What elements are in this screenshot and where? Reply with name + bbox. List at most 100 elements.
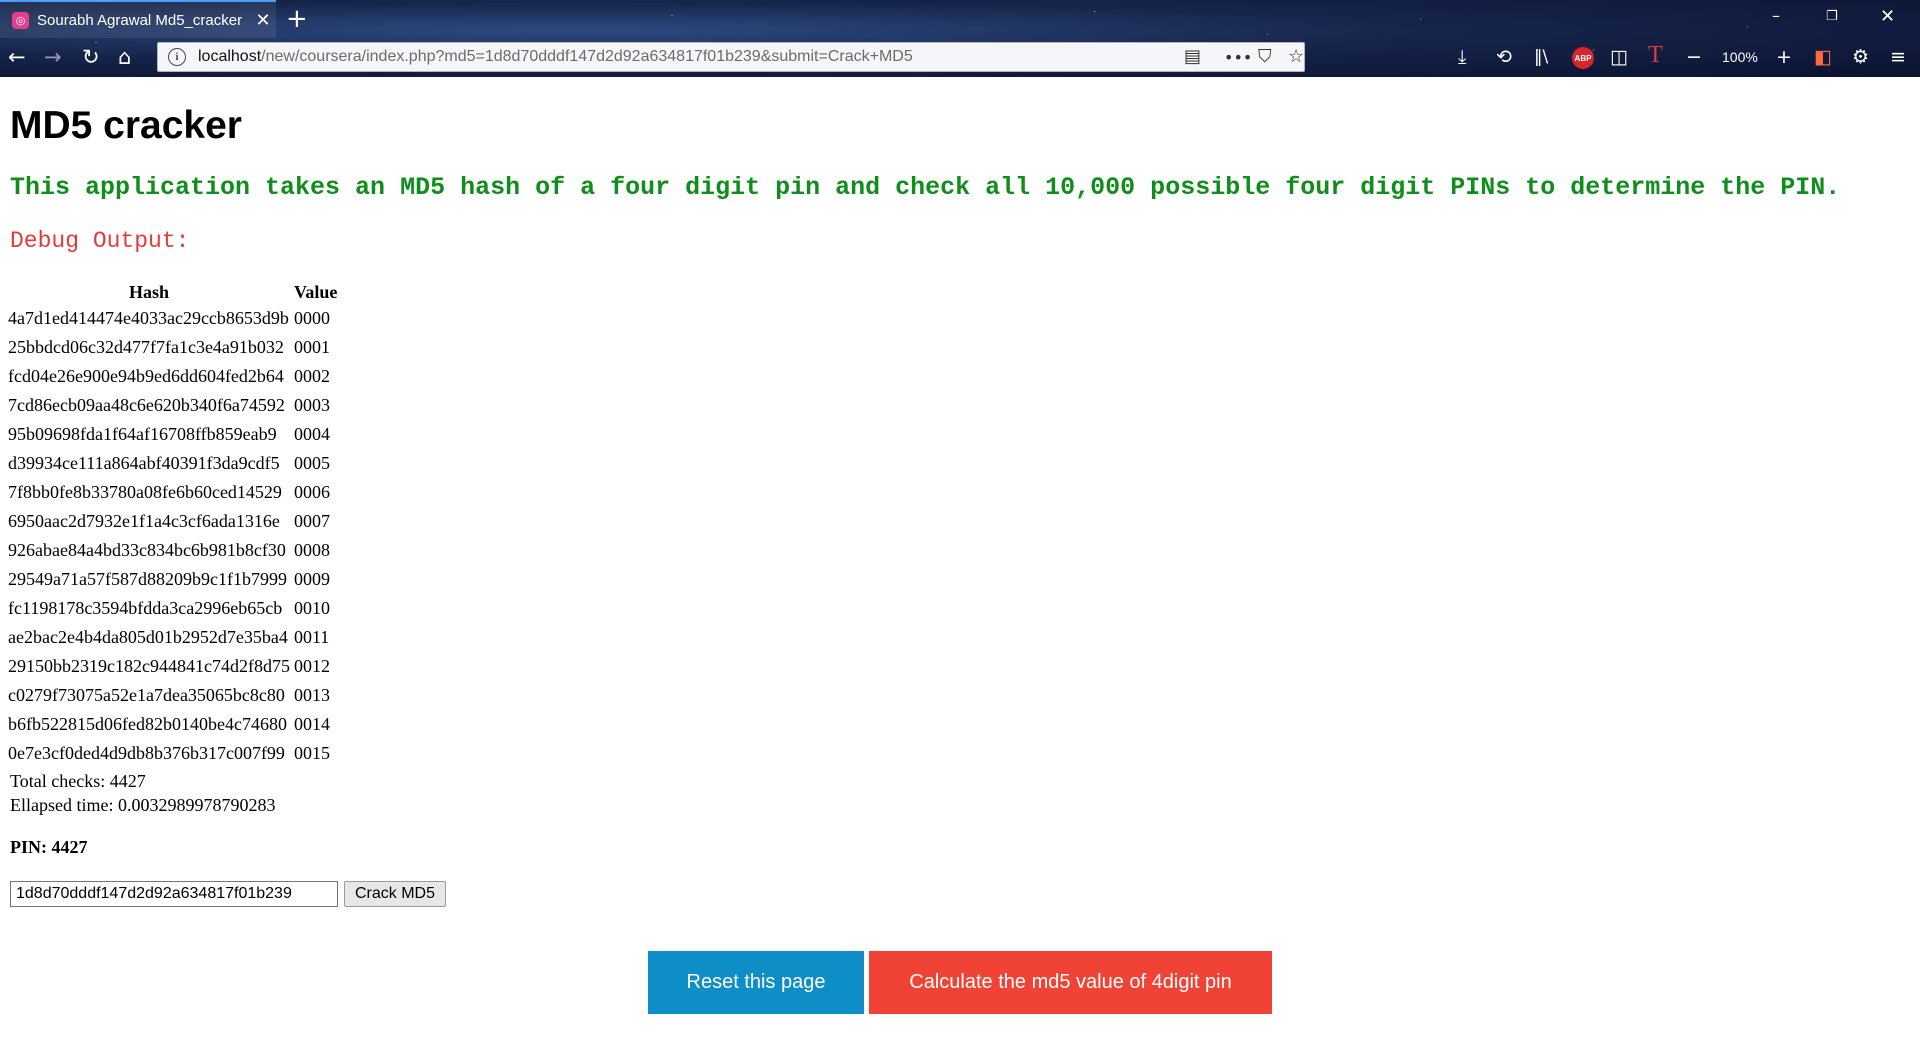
crack-md5-button[interactable]: Crack MD5	[344, 881, 447, 907]
value-cell: 0012	[293, 656, 330, 676]
reader-view-icon[interactable]: ▤	[1184, 46, 1201, 67]
back-arrow-icon[interactable]: ←	[8, 44, 26, 70]
elapsed-time: Ellapsed time: 0.0032989978790283	[10, 795, 276, 815]
bookmark-star-icon[interactable]: ☆	[1288, 46, 1304, 67]
value-cell: 0008	[293, 540, 330, 560]
hash-cell: 7cd86ecb09aa48c6e620b340f6a74592	[8, 395, 285, 415]
hash-column-header: Hash	[128, 281, 169, 302]
table-row: 29150bb2319c182c944841c74d2f8d75 0012	[8, 653, 337, 680]
translate-extension-icon[interactable]: T	[1648, 42, 1663, 68]
md5-input[interactable]	[10, 881, 338, 907]
hash-cell: b6fb522815d06fed82b0140be4c74680	[8, 714, 287, 734]
hash-cell: fc1198178c3594bfdda3ca2996eb65cb	[8, 598, 283, 618]
value-cell: 0003	[293, 395, 330, 415]
home-icon[interactable]: ⌂	[118, 44, 131, 70]
value-cell: 0009	[293, 569, 330, 589]
value-cell: 0014	[293, 714, 330, 734]
hash-cell: ae2bac2e4b4da805d01b2952d7e35ba4	[8, 627, 288, 647]
sidebar-icon[interactable]: ◫	[1610, 44, 1628, 70]
reload-icon[interactable]: ↻	[82, 44, 100, 70]
table-row: 0e7e3cf0ded4d9db8b376b317c007f99 0015	[8, 740, 337, 767]
table-row: ae2bac2e4b4da805d01b2952d7e35ba4 0011	[8, 624, 337, 651]
hash-cell: fcd04e26e900e94b9ed6dd604fed2b64	[8, 366, 284, 386]
pocket-icon[interactable]: ⛉	[1258, 46, 1272, 67]
page-title: MD5 cracker	[10, 104, 242, 147]
minimize-icon[interactable]: –	[1772, 6, 1780, 25]
calculate-md5-button[interactable]: Calculate the md5 value of 4digit pin	[869, 951, 1272, 1014]
hash-cell: d39934ce111a864abf40391f3da9cdf5	[8, 453, 280, 473]
zoom-in-icon[interactable]: +	[1776, 44, 1792, 70]
navigation-toolbar: ← → ↻ ⌂ i localhost/new/coursera/index.p…	[0, 38, 1920, 77]
value-cell: 0015	[293, 743, 330, 763]
adblock-icon[interactable]: ABP	[1572, 47, 1594, 69]
pin-result: PIN: 4427	[10, 837, 88, 857]
value-cell: 0013	[293, 685, 330, 705]
page-content: MD5 cracker This application takes an MD…	[8, 77, 1910, 907]
browser-tab[interactable]: ◎ Sourabh Agrawal Md5_cracker ✕	[0, 0, 276, 38]
value-cell: 0005	[293, 453, 330, 473]
menu-hamburger-icon[interactable]: ≡	[1890, 44, 1906, 70]
hash-cell: 0e7e3cf0ded4d9db8b376b317c007f99	[8, 743, 285, 763]
library-icon[interactable]: ‖\	[1534, 44, 1548, 70]
value-cell: 0006	[293, 482, 330, 502]
value-column-header: Value	[293, 281, 338, 302]
url-path: /new/coursera/index.php?md5=1d8d70dddf14…	[261, 48, 913, 65]
hash-cell: 6950aac2d7932e1f1a4c3cf6ada1316e	[8, 511, 280, 531]
hash-table: Hash Value 4a7d1ed414474e4033ac29ccb8653…	[4, 279, 341, 769]
table-row: 7cd86ecb09aa48c6e620b340f6a74592 0003	[8, 392, 337, 419]
hash-cell: c0279f73075a52e1a7dea35065bc8c80	[8, 685, 285, 705]
hash-cell: 95b09698fda1f64af16708ffb859eab9	[8, 424, 277, 444]
debug-output-label: Debug Output:	[10, 228, 190, 254]
table-row: 7f8bb0fe8b33780a08fe6b60ced14529 0006	[8, 479, 337, 506]
hash-cell: 7f8bb0fe8b33780a08fe6b60ced14529	[8, 482, 282, 502]
extension-icon[interactable]: ◧	[1814, 44, 1832, 70]
value-cell: 0001	[293, 337, 330, 357]
table-row: c0279f73075a52e1a7dea35065bc8c80 0013	[8, 682, 337, 709]
close-tab-icon[interactable]: ✕	[250, 10, 276, 31]
table-header-row: Hash Value	[8, 281, 337, 303]
restore-icon[interactable]: ❐	[1826, 9, 1838, 24]
reset-page-button[interactable]: Reset this page	[648, 951, 864, 1014]
table-row: 926abae84a4bd33c834bc6b981b8cf30 0008	[8, 537, 337, 564]
value-cell: 0000	[293, 308, 330, 328]
table-row: fc1198178c3594bfdda3ca2996eb65cb 0010	[8, 595, 337, 622]
value-cell: 0002	[293, 366, 330, 386]
page-description: This application takes an MD5 hash of a …	[10, 173, 1841, 202]
value-cell: 0004	[293, 424, 330, 444]
window-close-icon[interactable]: ✕	[1880, 6, 1895, 27]
tab-title: Sourabh Agrawal Md5_cracker	[37, 11, 243, 29]
hash-cell: 926abae84a4bd33c834bc6b981b8cf30	[8, 540, 286, 560]
table-row: d39934ce111a864abf40391f3da9cdf5 0005	[8, 450, 337, 477]
table-row: 95b09698fda1f64af16708ffb859eab9 0004	[8, 421, 337, 448]
table-row: 25bbdcd06c32d477f7fa1c3e4a91b032 0001	[8, 334, 337, 361]
hash-cell: 4a7d1ed414474e4033ac29ccb8653d9b	[8, 308, 289, 328]
hash-table-body: 4a7d1ed414474e4033ac29ccb8653d9b 0000 25bb…	[8, 305, 337, 767]
zoom-out-icon[interactable]: −	[1686, 44, 1702, 70]
table-row: fcd04e26e900e94b9ed6dd604fed2b64 0002	[8, 363, 337, 390]
site-info-icon[interactable]: i	[168, 48, 186, 66]
tab-favicon-icon: ◎	[12, 11, 29, 29]
forward-arrow-icon[interactable]: →	[44, 44, 62, 70]
new-tab-icon[interactable]: +	[286, 4, 308, 34]
zoom-level[interactable]: 100%	[1722, 49, 1758, 65]
table-row: 29549a71a57f587d88209b9c1f1b7999 0009	[8, 566, 337, 593]
page-actions-icon[interactable]: •••	[1224, 48, 1252, 67]
hash-cell: 25bbdcd06c32d477f7fa1c3e4a91b032	[8, 337, 284, 357]
browser-chrome: ◎ Sourabh Agrawal Md5_cracker ✕ + – ❐ ✕ …	[0, 0, 1920, 77]
url-text[interactable]: localhost/new/coursera/index.php?md5=1d8…	[198, 48, 913, 66]
crack-form: Crack MD5	[10, 881, 1910, 907]
history-icon[interactable]: ⟲	[1496, 44, 1512, 70]
table-row: 4a7d1ed414474e4033ac29ccb8653d9b 0000	[8, 305, 337, 332]
table-row: b6fb522815d06fed82b0140be4c74680 0014	[8, 711, 337, 738]
settings-gear-icon[interactable]: ⚙	[1852, 44, 1869, 70]
table-row: 6950aac2d7932e1f1a4c3cf6ada1316e 0007	[8, 508, 337, 535]
hash-cell: 29549a71a57f587d88209b9c1f1b7999	[8, 569, 287, 589]
total-checks: Total checks: 4427	[10, 771, 146, 791]
value-cell: 0007	[293, 511, 330, 531]
value-cell: 0010	[293, 598, 330, 618]
hash-cell: 29150bb2319c182c944841c74d2f8d75	[8, 656, 290, 676]
address-bar[interactable]: i localhost/new/coursera/index.php?md5=1…	[157, 42, 1305, 72]
value-cell: 0011	[293, 627, 330, 647]
url-host: localhost	[198, 48, 262, 65]
downloads-icon[interactable]: ⤓	[1458, 44, 1466, 70]
